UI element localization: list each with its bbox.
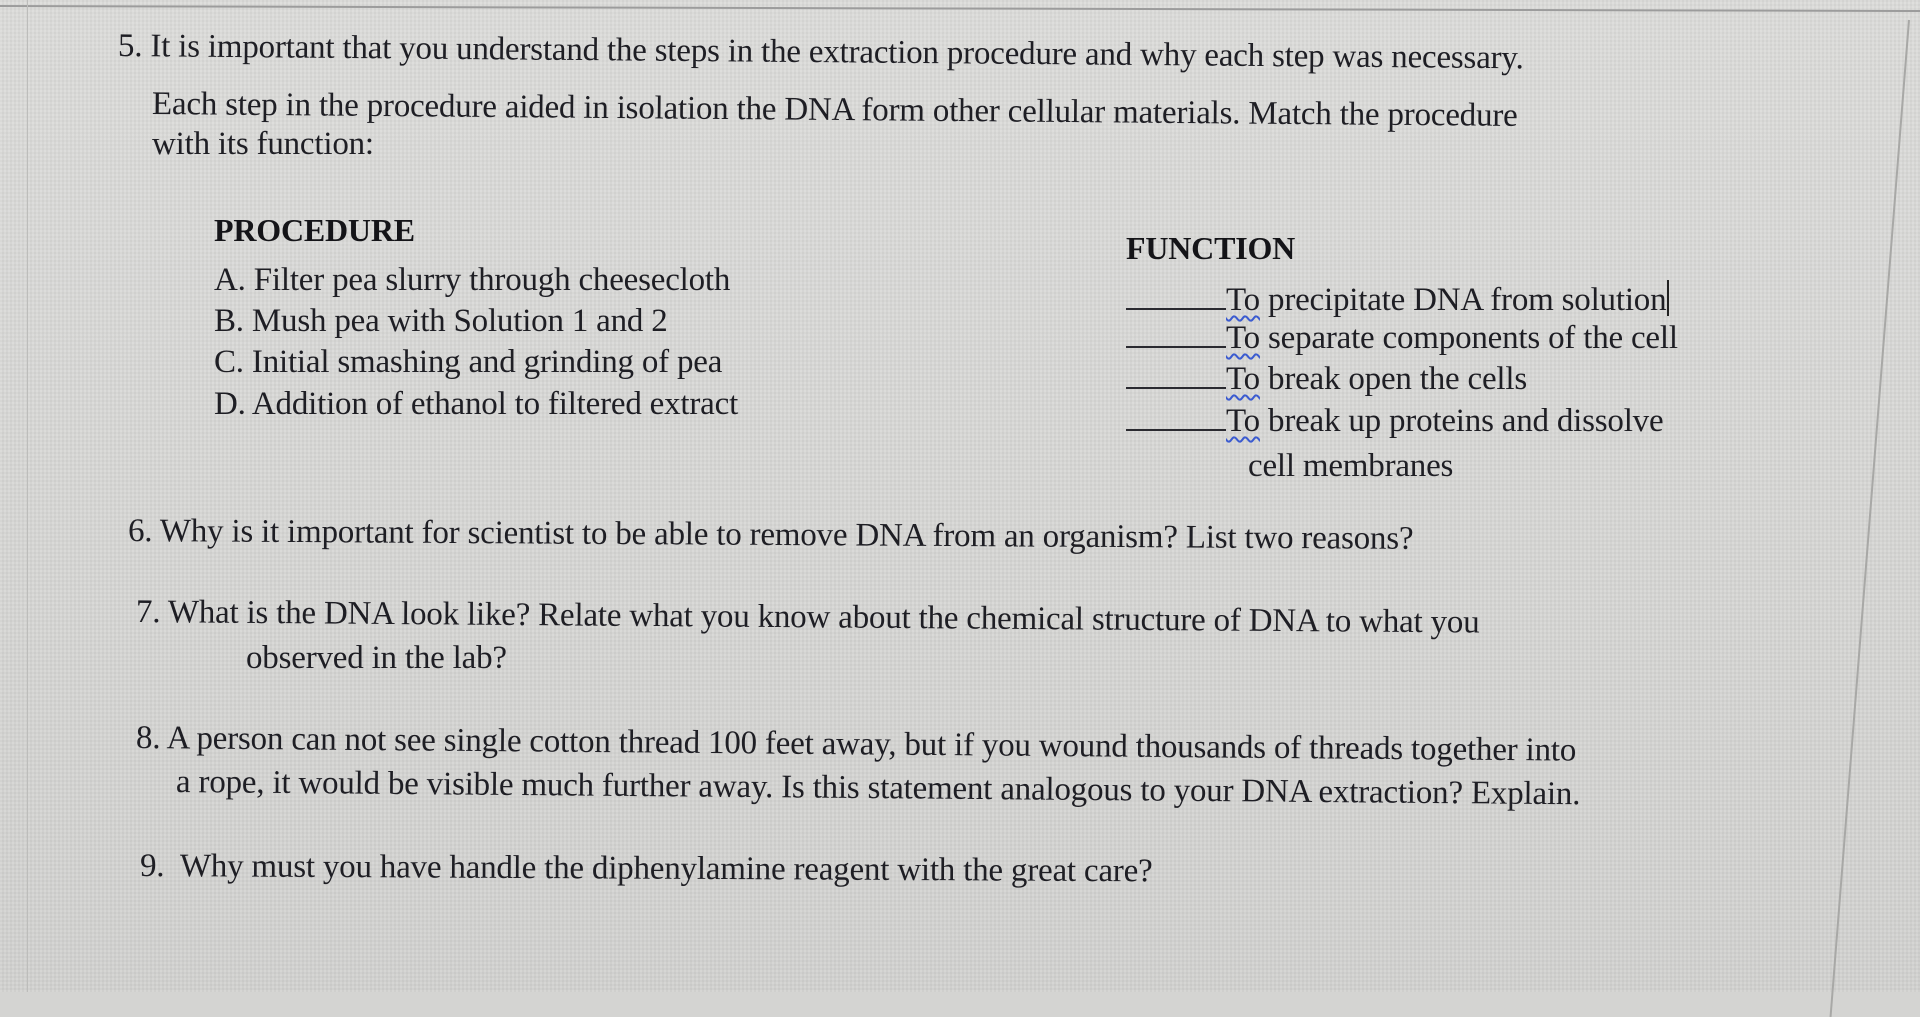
- answer-blank-2[interactable]: [1126, 346, 1226, 348]
- question-7-line-1: 7. What is the DNA look like? Relate wha…: [135, 594, 1480, 641]
- function-text-4: break up proteins and dissolve: [1259, 403, 1664, 439]
- function-item-1: To precipitate DNA from solution: [1126, 280, 1670, 318]
- question-5-number: 5.: [117, 28, 143, 65]
- question-7-text: What is the DNA look like? Relate what y…: [167, 594, 1480, 641]
- procedure-item-d: D. Addition of ethanol to filtered extra…: [214, 386, 739, 422]
- function-item-3: To break open the cells: [1126, 363, 1527, 396]
- answer-blank-1[interactable]: [1126, 308, 1226, 310]
- question-8-line-1: 8. A person can not see single cotton th…: [135, 720, 1577, 769]
- spellcheck-word[interactable]: To: [1226, 361, 1260, 397]
- spellcheck-word[interactable]: To: [1226, 403, 1260, 439]
- question-9-number: 9.: [139, 848, 165, 885]
- spellcheck-word[interactable]: To: [1226, 282, 1260, 318]
- function-item-2: To separate components of the cell: [1126, 322, 1678, 355]
- question-6: 6. Why is it important for scientist to …: [127, 513, 1414, 557]
- question-7-line-2: observed in the lab?: [246, 640, 507, 676]
- question-6-number: 6.: [127, 513, 153, 550]
- spellcheck-word[interactable]: To: [1226, 320, 1260, 356]
- question-5-text: It is important that you understand the …: [150, 28, 1524, 77]
- function-text-2: separate components of the cell: [1259, 320, 1678, 356]
- text-cursor: [1667, 280, 1670, 316]
- function-text-3: break open the cells: [1259, 361, 1527, 397]
- function-item-4: To break up proteins and dissolve: [1126, 403, 1664, 439]
- procedure-item-c: C. Initial smashing and grinding of pea: [214, 344, 723, 380]
- procedure-item-a: A. Filter pea slurry through cheesecloth: [214, 262, 731, 298]
- question-6-text: Why is it important for scientist to be …: [159, 513, 1414, 557]
- question-7-number: 7.: [135, 594, 161, 631]
- procedure-item-b: B. Mush pea with Solution 1 and 2: [214, 303, 668, 339]
- function-item-4-continuation: cell membranes: [1248, 448, 1454, 484]
- answer-blank-3[interactable]: [1126, 387, 1226, 389]
- function-text-1: precipitate DNA from solution: [1259, 282, 1667, 318]
- answer-blank-4[interactable]: [1126, 429, 1226, 431]
- question-8-number: 8.: [135, 720, 161, 757]
- document-page[interactable]: 5. It is important that you understand t…: [0, 0, 1920, 992]
- question-9-text: Why must you have handle the diphenylami…: [179, 848, 1153, 890]
- question-9: 9. Why must you have handle the diphenyl…: [139, 848, 1153, 890]
- function-heading: FUNCTION: [1126, 230, 1296, 266]
- question-5-line-1: 5. It is important that you understand t…: [117, 28, 1524, 77]
- procedure-heading: PROCEDURE: [214, 212, 415, 248]
- question-8-line-2: a rope, it would be visible much further…: [175, 764, 1581, 813]
- question-8-text: A person can not see single cotton threa…: [166, 720, 1577, 769]
- question-5-line-3: with its function:: [152, 126, 374, 162]
